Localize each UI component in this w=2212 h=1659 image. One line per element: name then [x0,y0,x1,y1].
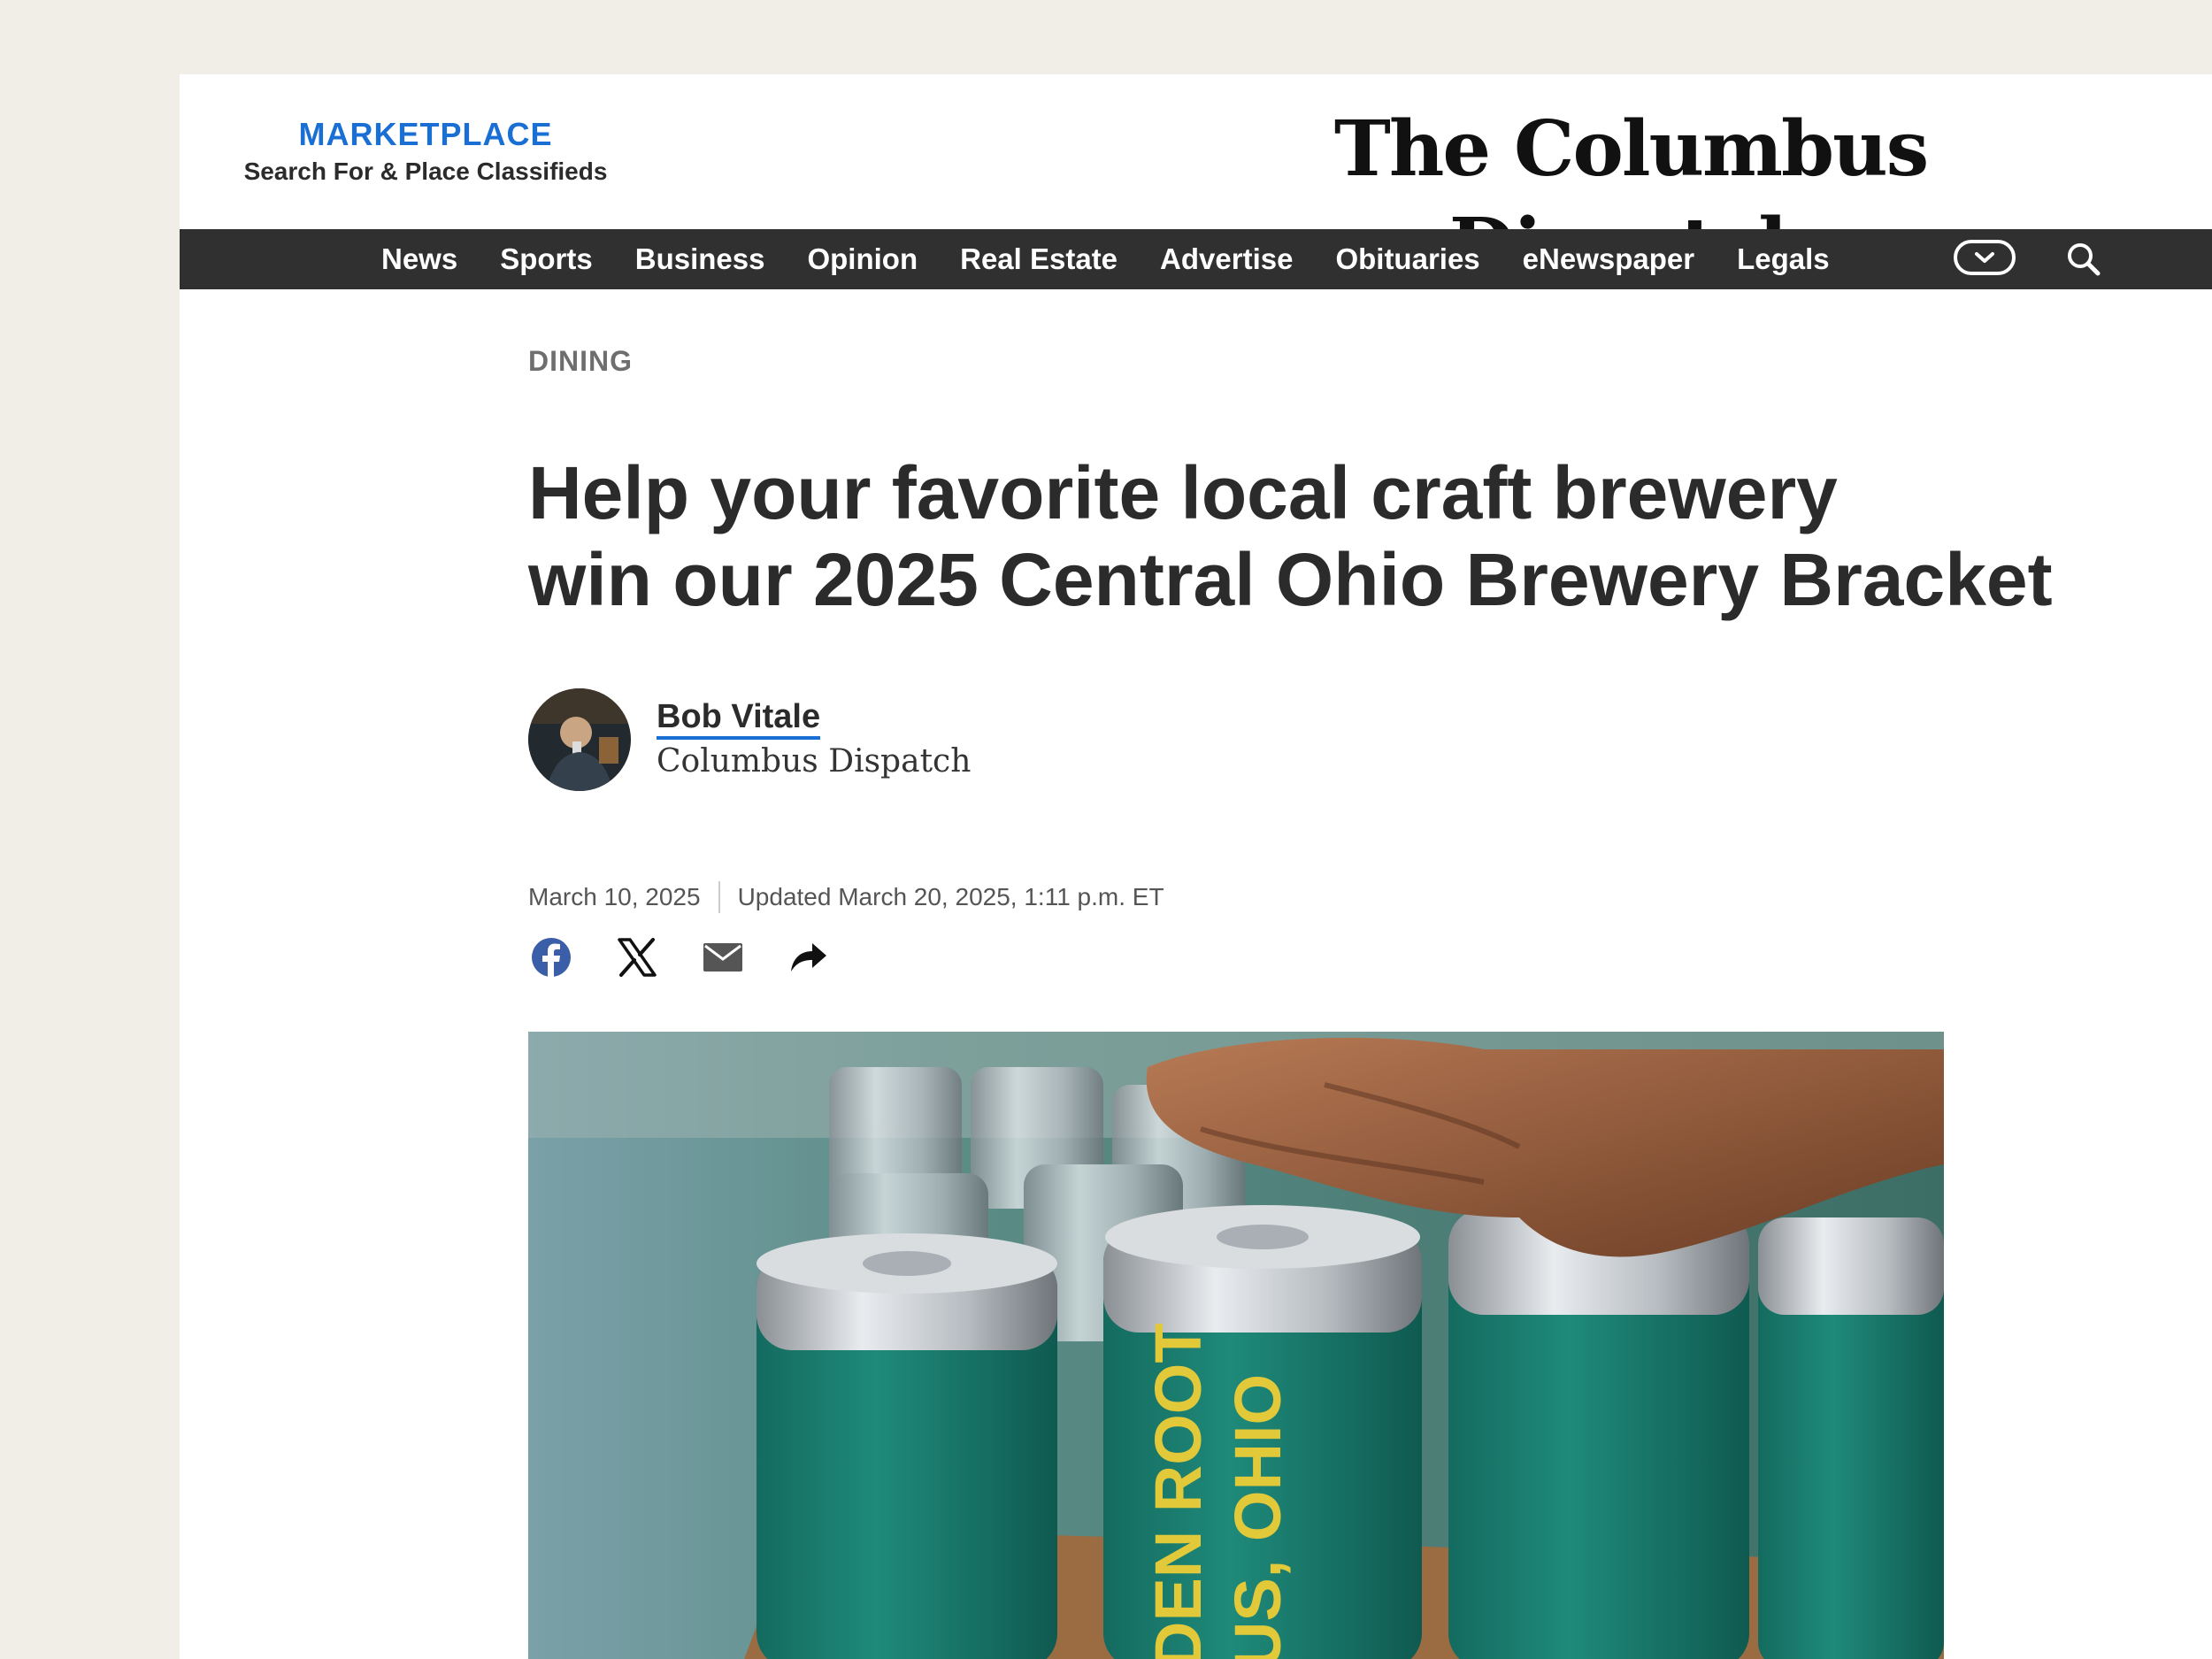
nav-item-business[interactable]: Business [635,242,765,276]
updated-date: Updated March 20, 2025, 1:11 p.m. ET [737,883,1164,910]
can-label-line-2: US, OHIO [1221,1374,1294,1659]
search-icon[interactable] [2064,240,2103,279]
marketplace-link[interactable]: MARKETPLACE Search For & Place Classifie… [240,117,611,188]
nav-item-sports[interactable]: Sports [500,242,593,276]
nav-item-real-estate[interactable]: Real Estate [960,242,1118,276]
marketplace-subtitle: Search For & Place Classifieds [243,157,608,185]
nav-item-obituaries[interactable]: Obituaries [1335,242,1479,276]
date-divider [718,881,720,913]
share-icon [791,943,826,972]
email-icon [703,943,742,972]
share-x-button[interactable] [614,934,660,980]
nav-item-legals[interactable]: Legals [1737,242,1830,276]
site-header: MARKETPLACE Search For & Place Classifie… [180,74,2212,291]
article-headline: Help your favorite local craft brewery w… [528,449,2174,623]
marketplace-title: MARKETPLACE [298,116,553,152]
chevron-down-icon [1975,252,1994,263]
published-date: March 10, 2025 [528,883,701,910]
section-label[interactable]: DINING [528,345,633,378]
article-dates: March 10, 2025 Updated March 20, 2025, 1… [528,881,1164,913]
hero-photo-cans: DEN ROOT US, OHIO [528,1032,1944,1659]
share-bar [528,934,872,980]
nav-item-advertise[interactable]: Advertise [1160,242,1293,276]
share-facebook-button[interactable] [528,934,574,980]
share-email-button[interactable] [700,934,746,980]
nav-item-news[interactable]: News [381,242,457,276]
nav-item-enewspaper[interactable]: eNewspaper [1523,242,1694,276]
main-nav: News Sports Business Opinion Real Estate… [180,229,2212,289]
author-avatar[interactable] [528,688,631,791]
hero-image[interactable]: DEN ROOT US, OHIO [528,1032,1944,1659]
more-menu-button[interactable] [1954,240,2016,275]
author-name[interactable]: Bob Vitale [657,697,821,740]
can-label-line-1: DEN ROOT [1141,1323,1215,1659]
x-icon [618,938,657,977]
nav-items: News Sports Business Opinion Real Estate… [381,229,1872,289]
avatar-portrait [528,688,631,791]
share-more-button[interactable] [786,934,832,980]
headline-line-1: Help your favorite local craft brewery [528,451,1838,534]
page: MARKETPLACE Search For & Place Classifie… [180,74,2212,1659]
headline-line-2: win our 2025 Central Ohio Brewery Bracke… [528,538,2053,621]
nav-item-opinion[interactable]: Opinion [807,242,918,276]
author-organization: Columbus Dispatch [657,743,972,780]
facebook-icon [532,938,571,977]
